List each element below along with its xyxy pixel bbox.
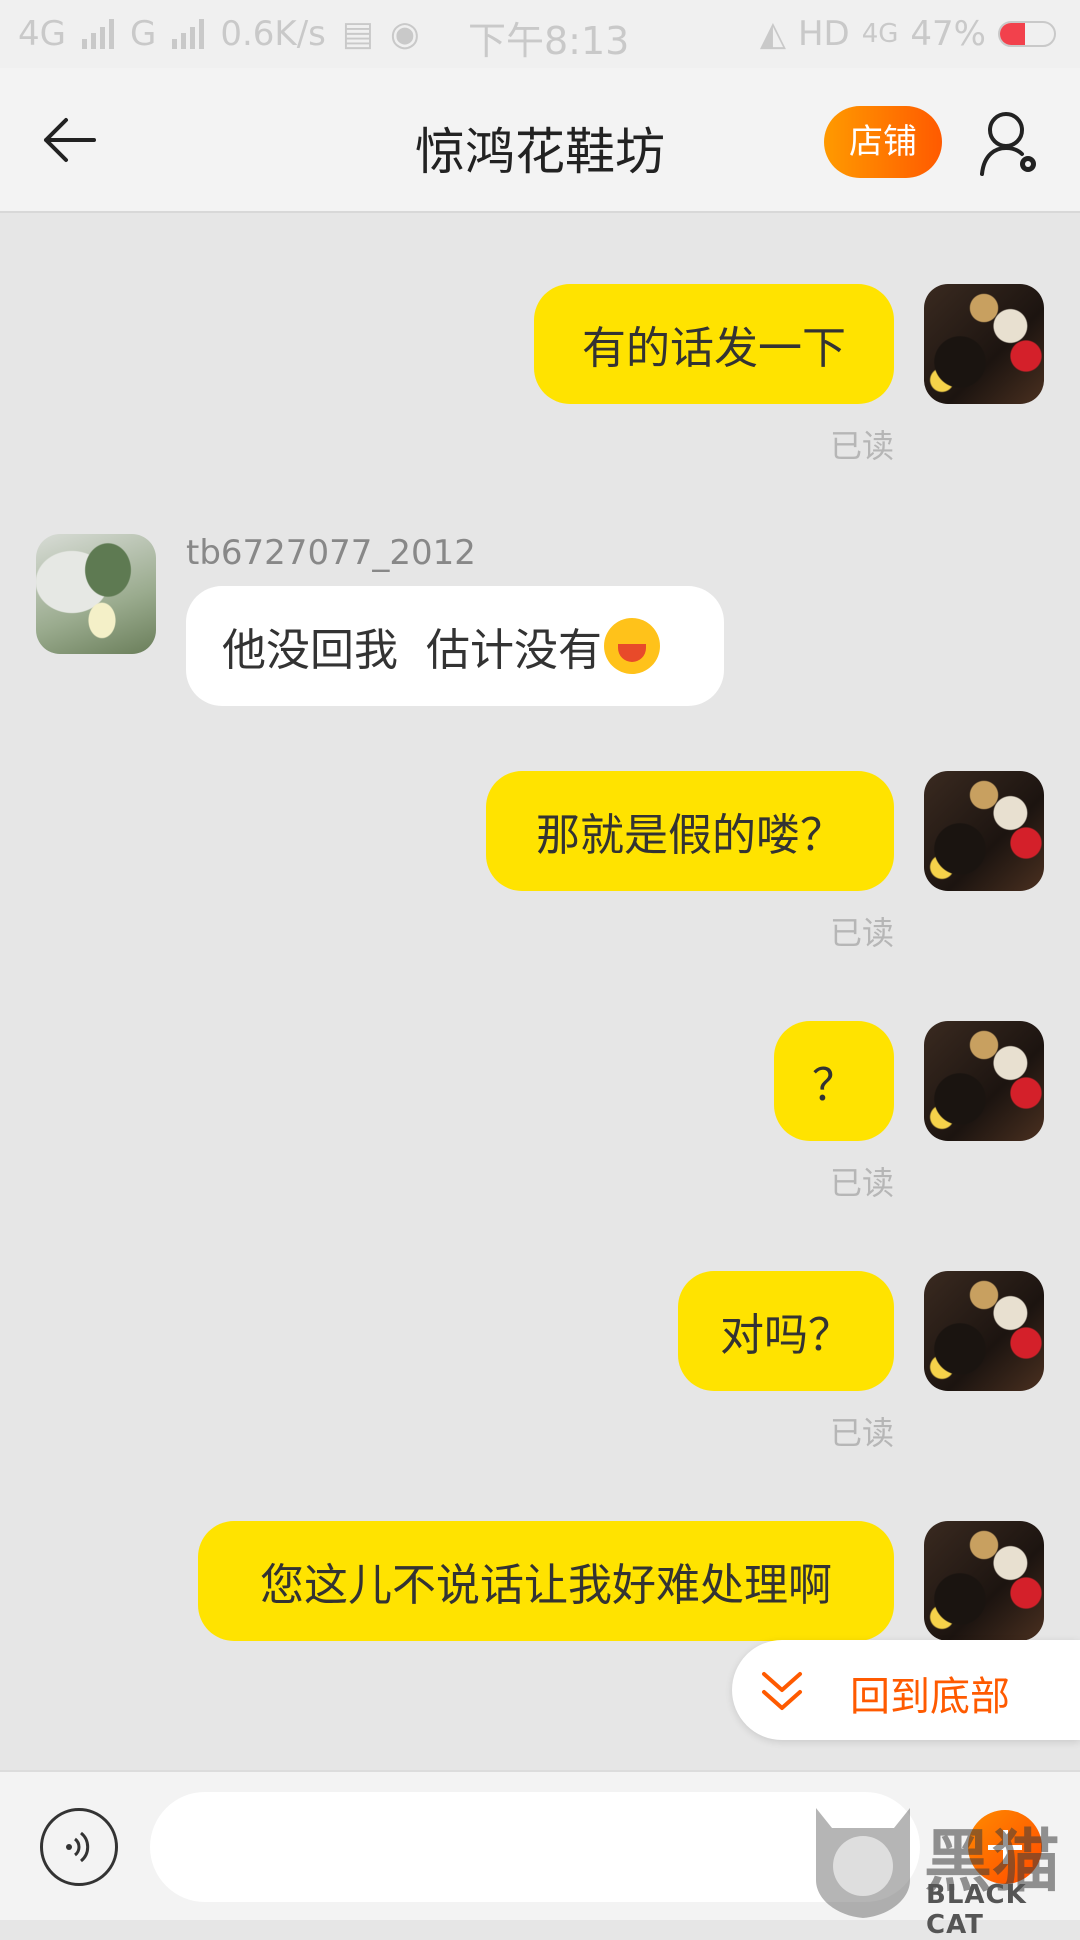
network-type-2: G [129,14,157,54]
more-actions-button[interactable] [968,1810,1042,1884]
network-type-3: 4G [861,19,899,49]
my-avatar[interactable] [924,771,1044,891]
incoming-message-bubble[interactable]: 他没回我 估计没有 [186,586,724,706]
input-bar [0,1770,1080,1920]
read-receipt: 已读 [829,427,894,465]
double-chevron-down-icon [762,1672,802,1710]
back-button[interactable] [40,116,98,164]
sender-name: tb6727077_2012 [186,533,476,573]
status-time: 下午8:13 [468,19,630,63]
voice-input-button[interactable] [40,1808,118,1886]
contact-avatar[interactable] [36,534,156,654]
signal-icon-2 [172,19,205,49]
message-input[interactable] [150,1792,920,1902]
battery-percent: 47% [910,14,986,54]
read-receipt: 已读 [829,1414,894,1452]
nav-bar: 惊鸿花鞋坊 店铺 [0,68,1080,213]
back-to-bottom-label: 回到底部 [850,1674,1010,1720]
user-settings-icon [980,112,1036,176]
signal-icon [81,19,114,49]
outgoing-message-bubble[interactable]: ？ [774,1021,894,1141]
my-avatar[interactable] [924,1521,1044,1641]
hd-label: HD [797,14,850,54]
chat-settings-button[interactable] [978,110,1042,178]
my-avatar[interactable] [924,1021,1044,1141]
incoming-message-text: 他没回我 估计没有 [222,625,602,676]
voice-icon [66,1831,90,1863]
battery-fill [1000,23,1026,45]
read-receipt: 已读 [829,914,894,952]
back-to-bottom-button[interactable]: 回到底部 [732,1640,1080,1740]
outgoing-message-bubble[interactable]: 那就是假的喽？ [486,771,894,891]
chat-message-list[interactable]: 有的话发一下 已读 tb6727077_2012 他没回我 估计没有 那就是假的… [0,213,1080,1770]
network-type-1: 4G [18,14,66,54]
my-avatar[interactable] [924,284,1044,404]
my-avatar[interactable] [924,1271,1044,1391]
mute-icon: ◭ [759,14,786,54]
hotspot-icon: ◉ [390,14,420,54]
outgoing-message-bubble[interactable]: 对吗？ [678,1271,894,1391]
notification-icon: ▤ [341,14,375,54]
crying-emoji-icon [603,618,660,674]
outgoing-message-bubble[interactable]: 您这儿不说话让我好难处理啊 [198,1521,894,1641]
network-speed: 0.6K/s [220,14,326,54]
read-receipt: 已读 [829,1164,894,1202]
back-arrow-icon [44,118,96,162]
status-bar: 4G G 0.6K/s ▤ ◉ 下午8:13 ◭ HD 4G 47% [0,0,1080,68]
shop-button[interactable]: 店铺 [824,106,942,178]
battery-icon [998,21,1056,47]
outgoing-message-bubble[interactable]: 有的话发一下 [534,284,894,404]
